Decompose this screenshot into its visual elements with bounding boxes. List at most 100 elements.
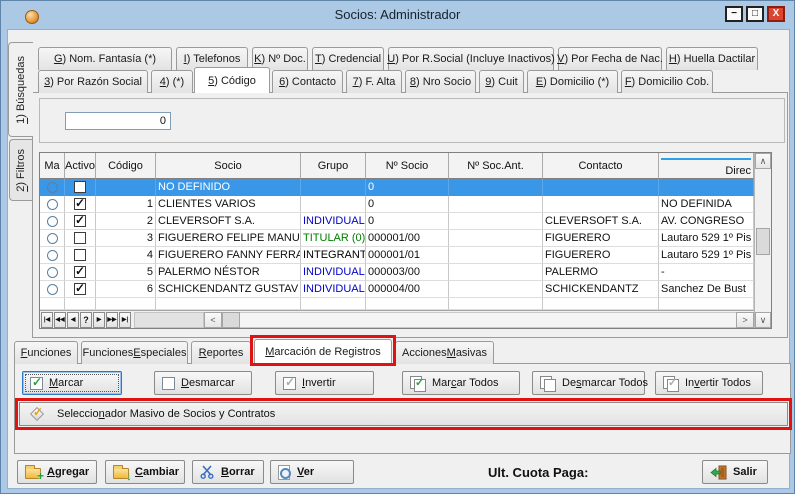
activo-checkbox[interactable]	[74, 181, 86, 193]
tab-credencial[interactable]: T) Credencial	[312, 47, 384, 70]
tab-4-asterisco[interactable]: 4) (*)	[151, 70, 193, 93]
nav-locate-button[interactable]: ?	[80, 312, 92, 328]
tab-fecha-nac[interactable]: V) Por Fecha de Nac.	[558, 47, 662, 70]
grid-vertical-scrollbar[interactable]: ∧ ∨	[754, 153, 771, 328]
scroll-down-icon[interactable]: ∨	[755, 312, 771, 328]
scroll-left-icon[interactable]: <	[204, 312, 222, 328]
exit-door-icon	[710, 465, 727, 480]
tab-domicilio-cob[interactable]: F) Domicilio Cob.	[621, 70, 713, 93]
tab-funciones-especiales[interactable]: Funciones Especiales	[81, 341, 188, 364]
header-nro-socio[interactable]: Nº Socio	[366, 153, 449, 179]
tab-razon-social[interactable]: 3) Por Razón Social	[38, 70, 148, 93]
record-radio[interactable]	[47, 182, 58, 193]
record-radio[interactable]	[47, 284, 58, 295]
tab-funciones[interactable]: Funciones	[14, 341, 78, 364]
tab-marcacion-registros[interactable]: Marcación de Registros	[254, 339, 392, 364]
header-direccion[interactable]: Direc	[659, 153, 754, 179]
grid-row[interactable]: 4 FIGUERERO FANNY FERRA INTEGRANT 000001…	[40, 247, 754, 264]
nav-first-button[interactable]: |◀	[41, 312, 53, 328]
marcar-todos-button[interactable]: Marcar Todos	[402, 371, 520, 395]
invertir-button[interactable]: Invertir	[275, 371, 374, 395]
maximize-button[interactable]: □	[746, 6, 764, 22]
cell-codigo: 2	[96, 213, 156, 230]
scroll-right-icon[interactable]: >	[736, 312, 754, 328]
tab-nro-socio[interactable]: 8) Nro Socio	[405, 70, 476, 93]
cell-marca	[40, 213, 65, 230]
grid-row[interactable]: NO DEFINIDO 0	[40, 179, 754, 196]
grid-row[interactable]: 2 CLEVERSOFT S.A. INDIVIDUAL 0 CLEVERSOF…	[40, 213, 754, 230]
record-radio[interactable]	[47, 233, 58, 244]
agregar-button[interactable]: + Agregar	[17, 460, 97, 484]
cell-contacto: PALERMO	[543, 264, 659, 281]
nav-prev-page-button[interactable]: ◀◀	[54, 312, 66, 328]
cell-nro-socio: 0	[366, 179, 449, 196]
tab-filtros[interactable]: 2) Filtros	[9, 139, 32, 201]
activo-checkbox[interactable]	[74, 198, 86, 210]
nav-prev-button[interactable]: ◀	[67, 312, 79, 328]
desmarcar-button[interactable]: Desmarcar	[154, 371, 252, 395]
salir-button[interactable]: Salir	[702, 460, 768, 484]
cell-contacto	[543, 179, 659, 196]
tab-codigo[interactable]: 5) Código	[194, 67, 270, 93]
horizontal-scroll-thumb[interactable]	[222, 312, 240, 328]
cell-nro-socio: 000001/01	[366, 247, 449, 264]
header-activo[interactable]: Activo	[65, 153, 96, 179]
marcar-button[interactable]: Marcar	[22, 371, 122, 395]
record-radio[interactable]	[47, 199, 58, 210]
nav-next-button[interactable]: ▶	[93, 312, 105, 328]
activo-checkbox[interactable]	[74, 283, 86, 295]
close-button[interactable]: X	[767, 6, 785, 22]
cell-codigo: 6	[96, 281, 156, 298]
tab-contacto[interactable]: 6) Contacto	[272, 70, 343, 93]
grid-row[interactable]: 3 FIGUERERO FELIPE MANUE TITULAR (0) 000…	[40, 230, 754, 247]
header-contacto[interactable]: Contacto	[543, 153, 659, 179]
record-radio[interactable]	[47, 250, 58, 261]
nav-last-button[interactable]: ▶|	[119, 312, 131, 328]
header-nro-soc-ant[interactable]: Nº Soc.Ant.	[449, 153, 543, 179]
codigo-search-input[interactable]	[65, 112, 171, 130]
folder-plus-icon: +	[25, 468, 41, 479]
window-controls: − □ X	[725, 6, 785, 22]
cell-nro-soc-ant	[449, 213, 543, 230]
grid-row[interactable]: 1 CLIENTES VARIOS 0 NO DEFINIDA	[40, 196, 754, 213]
activo-checkbox[interactable]	[74, 249, 86, 261]
record-radio[interactable]	[47, 216, 58, 227]
scroll-up-icon[interactable]: ∧	[755, 153, 771, 169]
tab-f-alta[interactable]: 7) F. Alta	[346, 70, 402, 93]
header-socio[interactable]: Socio	[156, 153, 301, 179]
tab-domicilio[interactable]: E) Domicilio (*)	[527, 70, 618, 93]
tab-rsocial-inactivos[interactable]: U) Por R.Social (Incluye Inactivos)	[388, 47, 554, 70]
grid-row[interactable]: 6 SCHICKENDANTZ GUSTAV INDIVIDUAL 000004…	[40, 281, 754, 298]
horizontal-scroll-track[interactable]	[240, 312, 736, 328]
cell-socio: CLIENTES VARIOS	[156, 196, 301, 213]
vertical-scroll-thumb[interactable]	[756, 228, 770, 255]
header-marca[interactable]: Ma	[40, 153, 65, 179]
codigo-search-panel	[39, 98, 785, 143]
tab-nom-fantasia[interactable]: G) Nom. Fantasía (*)	[38, 47, 172, 70]
tab-reportes[interactable]: Reportes	[191, 341, 251, 364]
seleccionador-masivo-button[interactable]: ✓ Seleccionador Masivo de Socios y Contr…	[19, 402, 788, 426]
folder-arrow-down-icon: ↓	[113, 468, 129, 479]
desmarcar-todos-button[interactable]: Desmarcar Todos	[532, 371, 645, 395]
grid-row[interactable]: 5 PALERMO NÉSTOR INDIVIDUAL 000003/00 PA…	[40, 264, 754, 281]
minimize-button[interactable]: −	[725, 6, 743, 22]
tab-huella-dactilar[interactable]: H) Huella Dactilar	[666, 47, 758, 70]
activo-checkbox[interactable]	[74, 215, 86, 227]
cambiar-button[interactable]: ↓ Cambiar	[105, 460, 185, 484]
nav-next-page-button[interactable]: ▶▶	[106, 312, 118, 328]
tab-busquedas[interactable]: 1) Búsquedas	[8, 42, 33, 137]
record-radio[interactable]	[47, 267, 58, 278]
header-codigo[interactable]: Código	[96, 153, 156, 179]
invertir-label: Invertir	[302, 377, 336, 389]
cell-contacto: FIGUERERO	[543, 247, 659, 264]
navigator-spacer	[134, 312, 204, 328]
header-grupo[interactable]: Grupo	[301, 153, 366, 179]
ver-button[interactable]: Ver	[270, 460, 354, 484]
activo-checkbox[interactable]	[74, 266, 86, 278]
tab-cuit[interactable]: 9) Cuit	[479, 70, 524, 93]
borrar-button[interactable]: Borrar	[192, 460, 264, 484]
invertir-todos-button[interactable]: Invertir Todos	[655, 371, 763, 395]
activo-checkbox[interactable]	[74, 232, 86, 244]
tab-acciones-masivas[interactable]: Acciones Masivas	[395, 341, 494, 364]
cell-socio: NO DEFINIDO	[156, 179, 301, 196]
